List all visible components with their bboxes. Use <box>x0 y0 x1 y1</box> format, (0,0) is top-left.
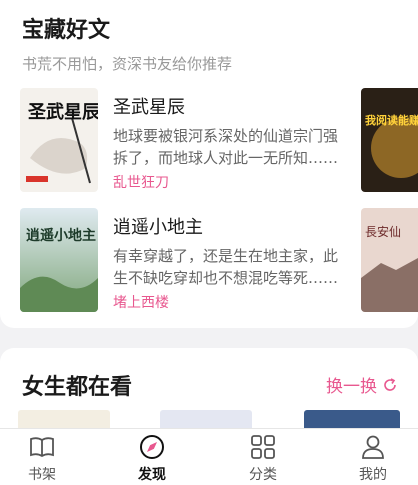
grid-icon <box>251 435 275 459</box>
tab-bookshelf[interactable]: 书架 <box>12 433 72 483</box>
book-description: 地球要被银河系深处的仙道宗门强拆了，而地球人对此一无所知…… <box>113 127 339 167</box>
tab-profile[interactable]: 我的 <box>343 433 403 483</box>
section-title: 宝藏好文 <box>22 18 111 43</box>
next-book-cover[interactable]: 長安仙 <box>361 208 418 312</box>
book-description: 有幸穿越了，还是生在地主家，此生不缺吃穿却也不想混吃等死…… <box>113 247 339 287</box>
cover-title-text: 逍遥小地主 <box>26 227 96 244</box>
bottom-tab-bar: 书架 发现 分类 我的 <box>0 428 418 485</box>
book-item[interactable]: 圣武星辰 圣武星辰 地球要被银河系深处的仙道宗门强拆了，而地球人对此一无所知……… <box>20 88 350 194</box>
tab-label: 书架 <box>28 467 56 483</box>
book-icon <box>30 437 54 458</box>
tab-label: 分类 <box>249 467 277 483</box>
tab-label: 发现 <box>138 467 166 483</box>
refresh-label: 换一换 <box>326 377 377 397</box>
tab-discover[interactable]: 发现 <box>122 433 182 483</box>
cover-title-text: 我阅读能赚钱 <box>365 113 418 127</box>
book-cover[interactable]: 圣武星辰 <box>20 88 98 192</box>
user-icon <box>362 435 384 459</box>
refresh-icon <box>384 377 396 391</box>
section-subtitle: 书荒不用怕，资深书友给你推荐 <box>22 55 233 73</box>
tab-category[interactable]: 分类 <box>233 433 293 483</box>
book-title[interactable]: 逍遥小地主 <box>113 213 203 239</box>
book-cover[interactable]: 逍遥小地主 <box>20 208 98 312</box>
cover-title-text: 長安仙 <box>365 224 401 239</box>
cover-title-text: 圣武星辰 <box>27 102 98 123</box>
refresh-button[interactable]: 换一换 <box>326 372 398 397</box>
compass-icon <box>140 435 164 459</box>
next-book-cover[interactable]: 我阅读能赚钱 <box>361 88 418 192</box>
book-author[interactable]: 堵上西楼 <box>113 292 169 312</box>
book-title[interactable]: 圣武星辰 <box>113 93 185 119</box>
book-author[interactable]: 乱世狂刀 <box>113 172 169 192</box>
book-item[interactable]: 逍遥小地主 逍遥小地主 有幸穿越了，还是生在地主家，此生不缺吃穿却也不想混吃等死… <box>20 208 350 314</box>
section-title: 女生都在看 <box>22 375 133 400</box>
tab-label: 我的 <box>359 467 387 483</box>
